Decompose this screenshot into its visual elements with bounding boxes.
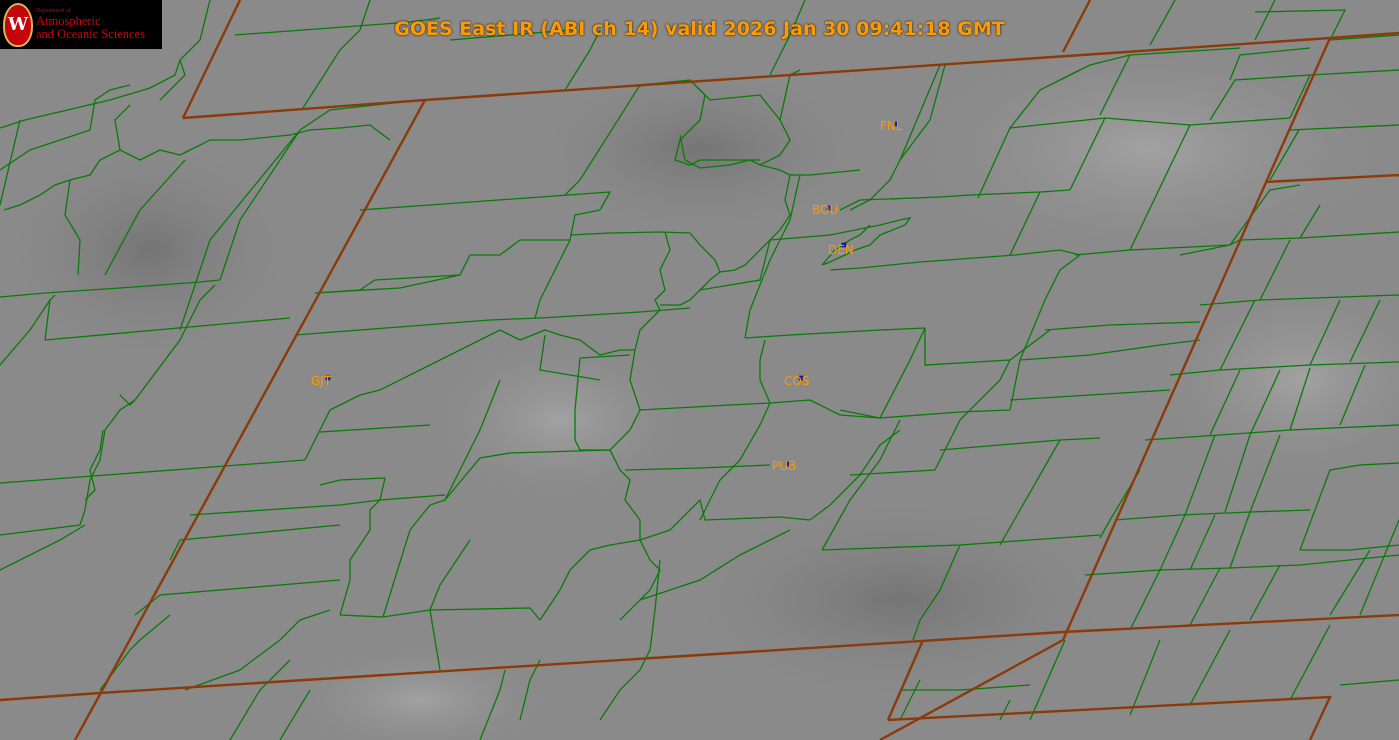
crest-icon: W: [3, 2, 33, 47]
image-title: GOES East IR (ABI ch 14) valid 2026 Jan …: [394, 18, 1005, 40]
logo-line-2: and Oceanic Sciences: [36, 26, 145, 41]
station-label-cos: COS: [784, 374, 810, 388]
satellite-map: FNL BOU DEN GJT COS PUB GOES East IR (AB…: [0, 0, 1399, 740]
ir-cloud-texture: [0, 30, 1399, 740]
station-label-pub: PUB: [772, 459, 797, 473]
station-label-bou: BOU: [812, 203, 839, 217]
station-label-gjt: GJT: [311, 374, 332, 388]
department-name: Department of Atmospheric and Oceanic Sc…: [36, 8, 145, 41]
station-label-fnl: FNL: [880, 119, 903, 133]
logo-line-1: Atmospheric: [36, 13, 101, 28]
map-overlay: [0, 0, 1399, 740]
station-label-den: DEN: [828, 243, 854, 257]
university-logo: W Department of Atmospheric and Oceanic …: [0, 0, 162, 49]
